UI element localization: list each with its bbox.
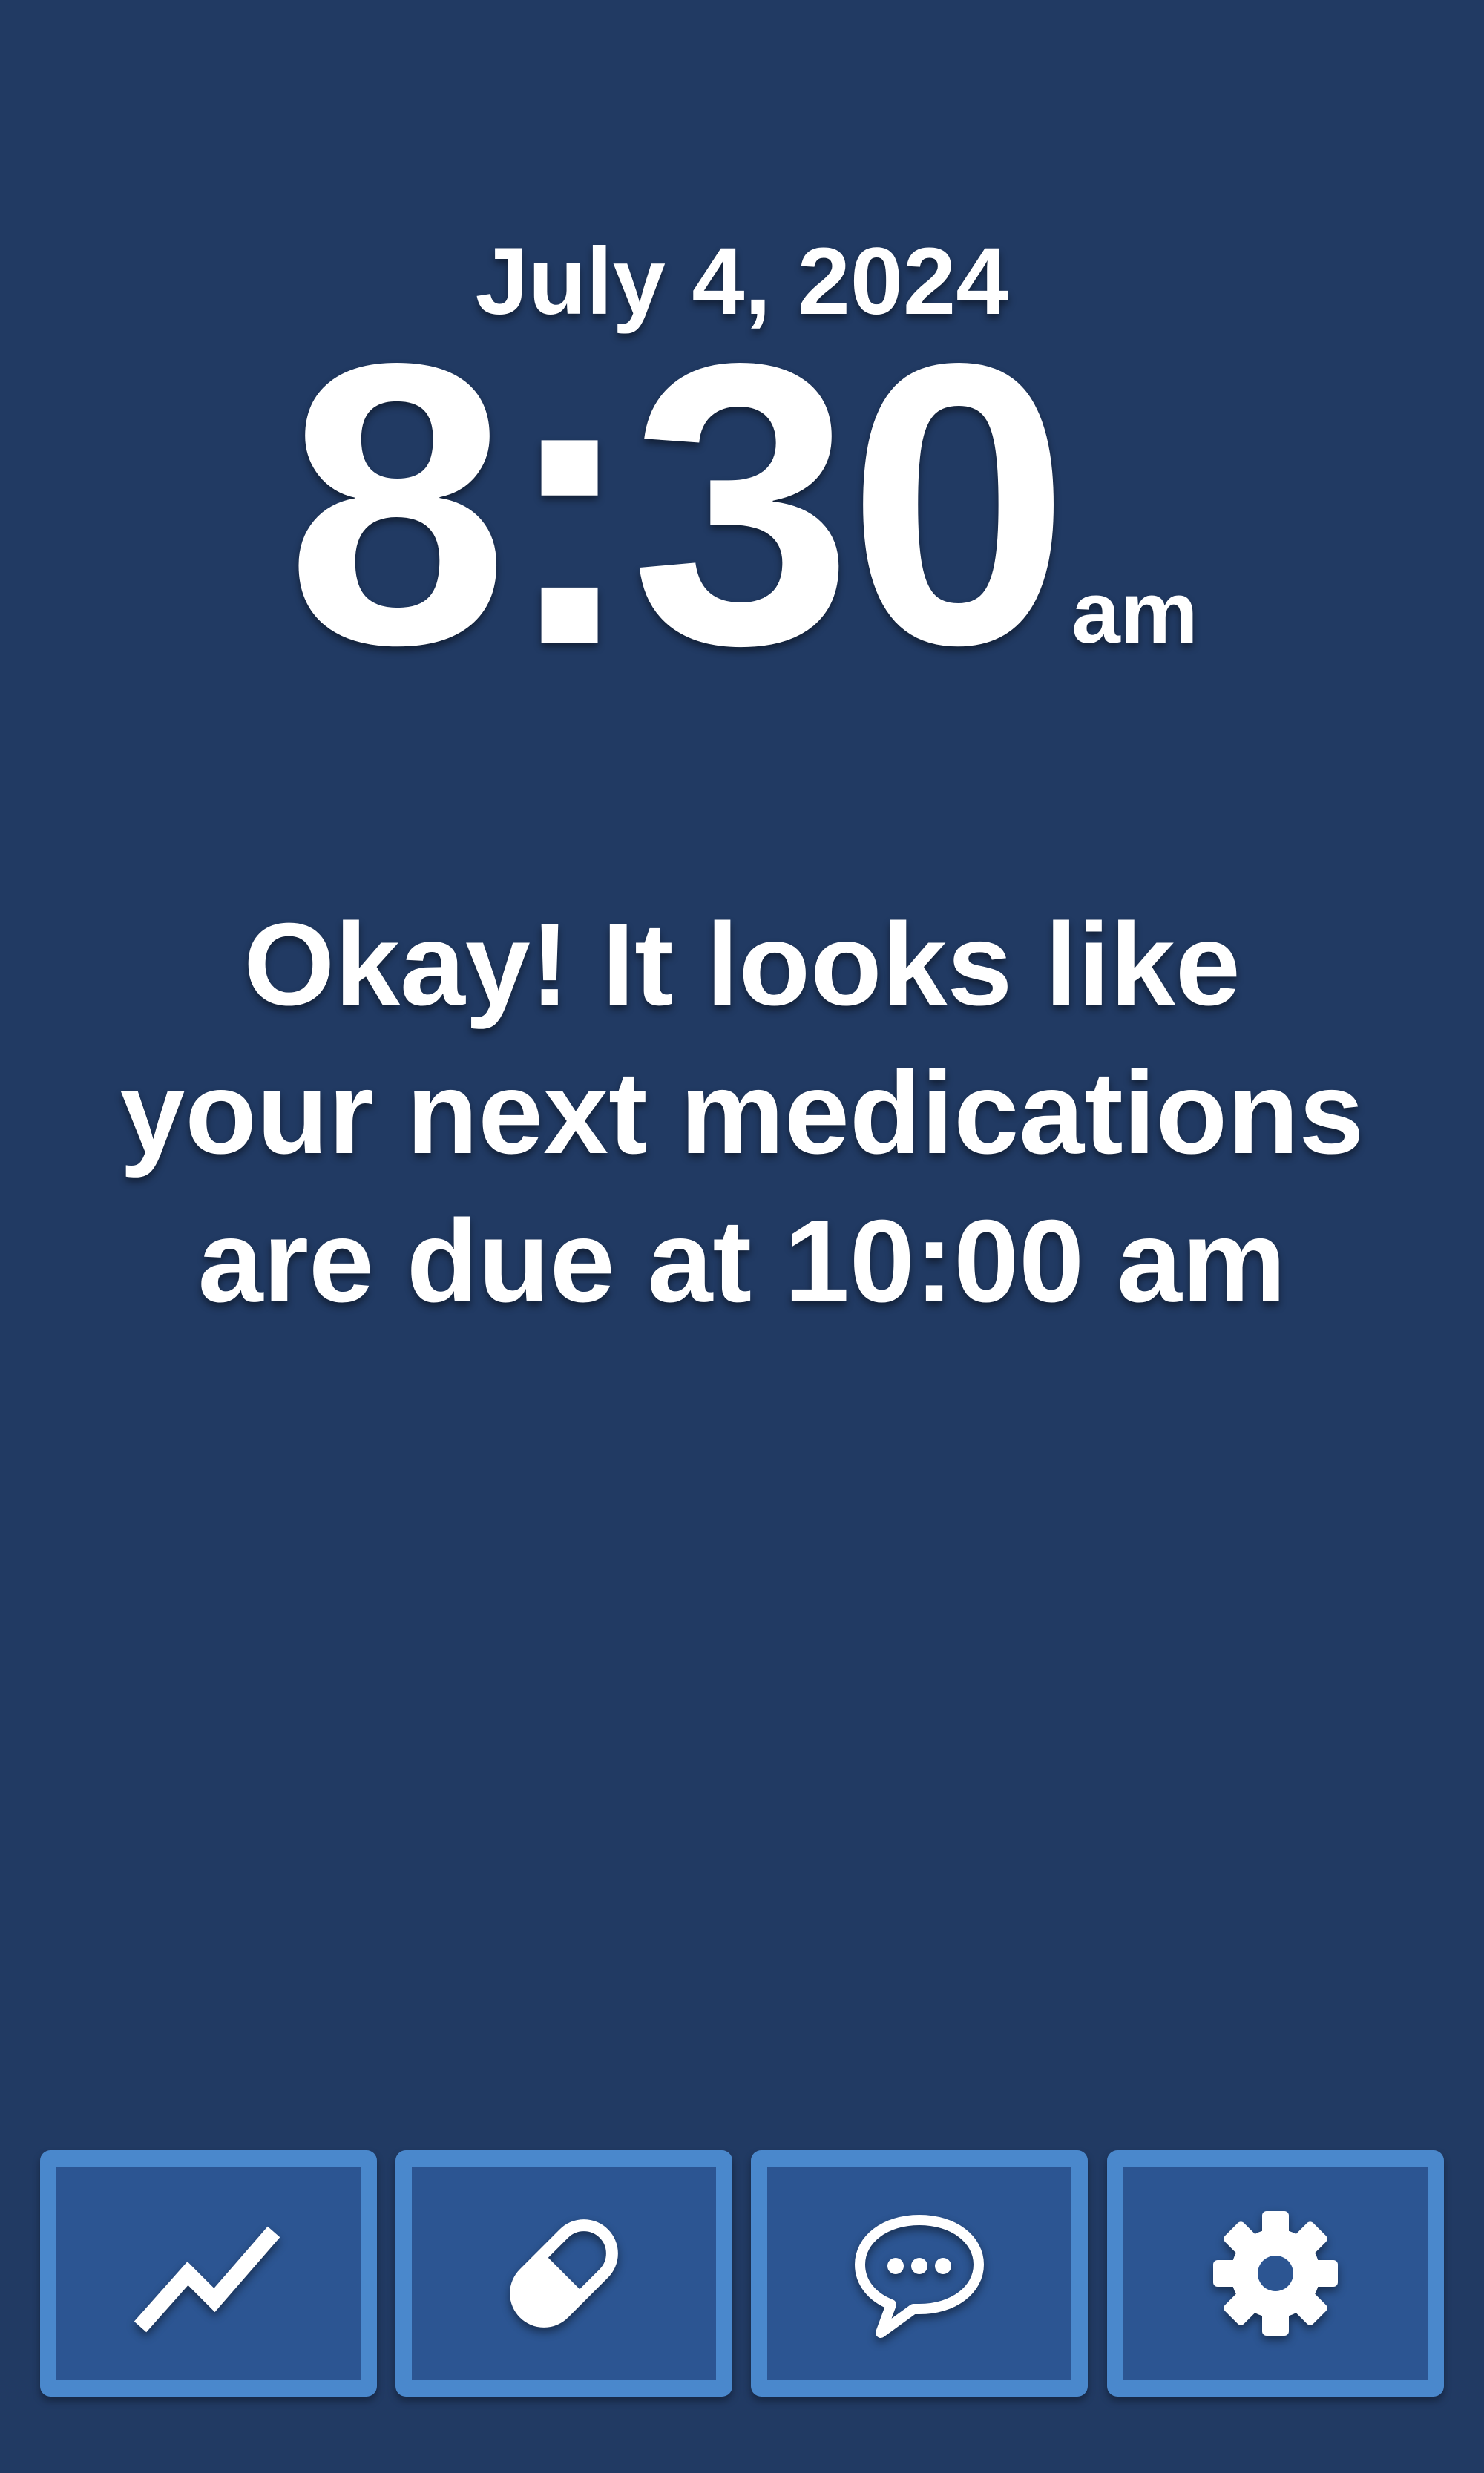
bottom-nav [40, 2150, 1444, 2397]
gear-icon [1213, 2211, 1338, 2336]
time-period: am [1071, 564, 1198, 662]
trends-button[interactable] [40, 2150, 377, 2397]
settings-button[interactable] [1107, 2150, 1444, 2397]
status-message-line: your next medications [119, 1048, 1365, 1178]
status-message-line: are due at 10:00 am [197, 1196, 1287, 1327]
medications-button[interactable] [395, 2150, 732, 2397]
trend-line-icon [134, 2226, 280, 2333]
clock-display: 8:30am [0, 280, 1484, 728]
status-message-line: Okay! It looks like [243, 899, 1241, 1030]
current-time: 8:30 [286, 280, 1070, 728]
pill-icon [510, 2219, 618, 2328]
status-message: Okay! It looks like your next medication… [45, 890, 1439, 1336]
chat-bubble-icon [855, 2215, 984, 2338]
messages-button[interactable] [751, 2150, 1088, 2397]
